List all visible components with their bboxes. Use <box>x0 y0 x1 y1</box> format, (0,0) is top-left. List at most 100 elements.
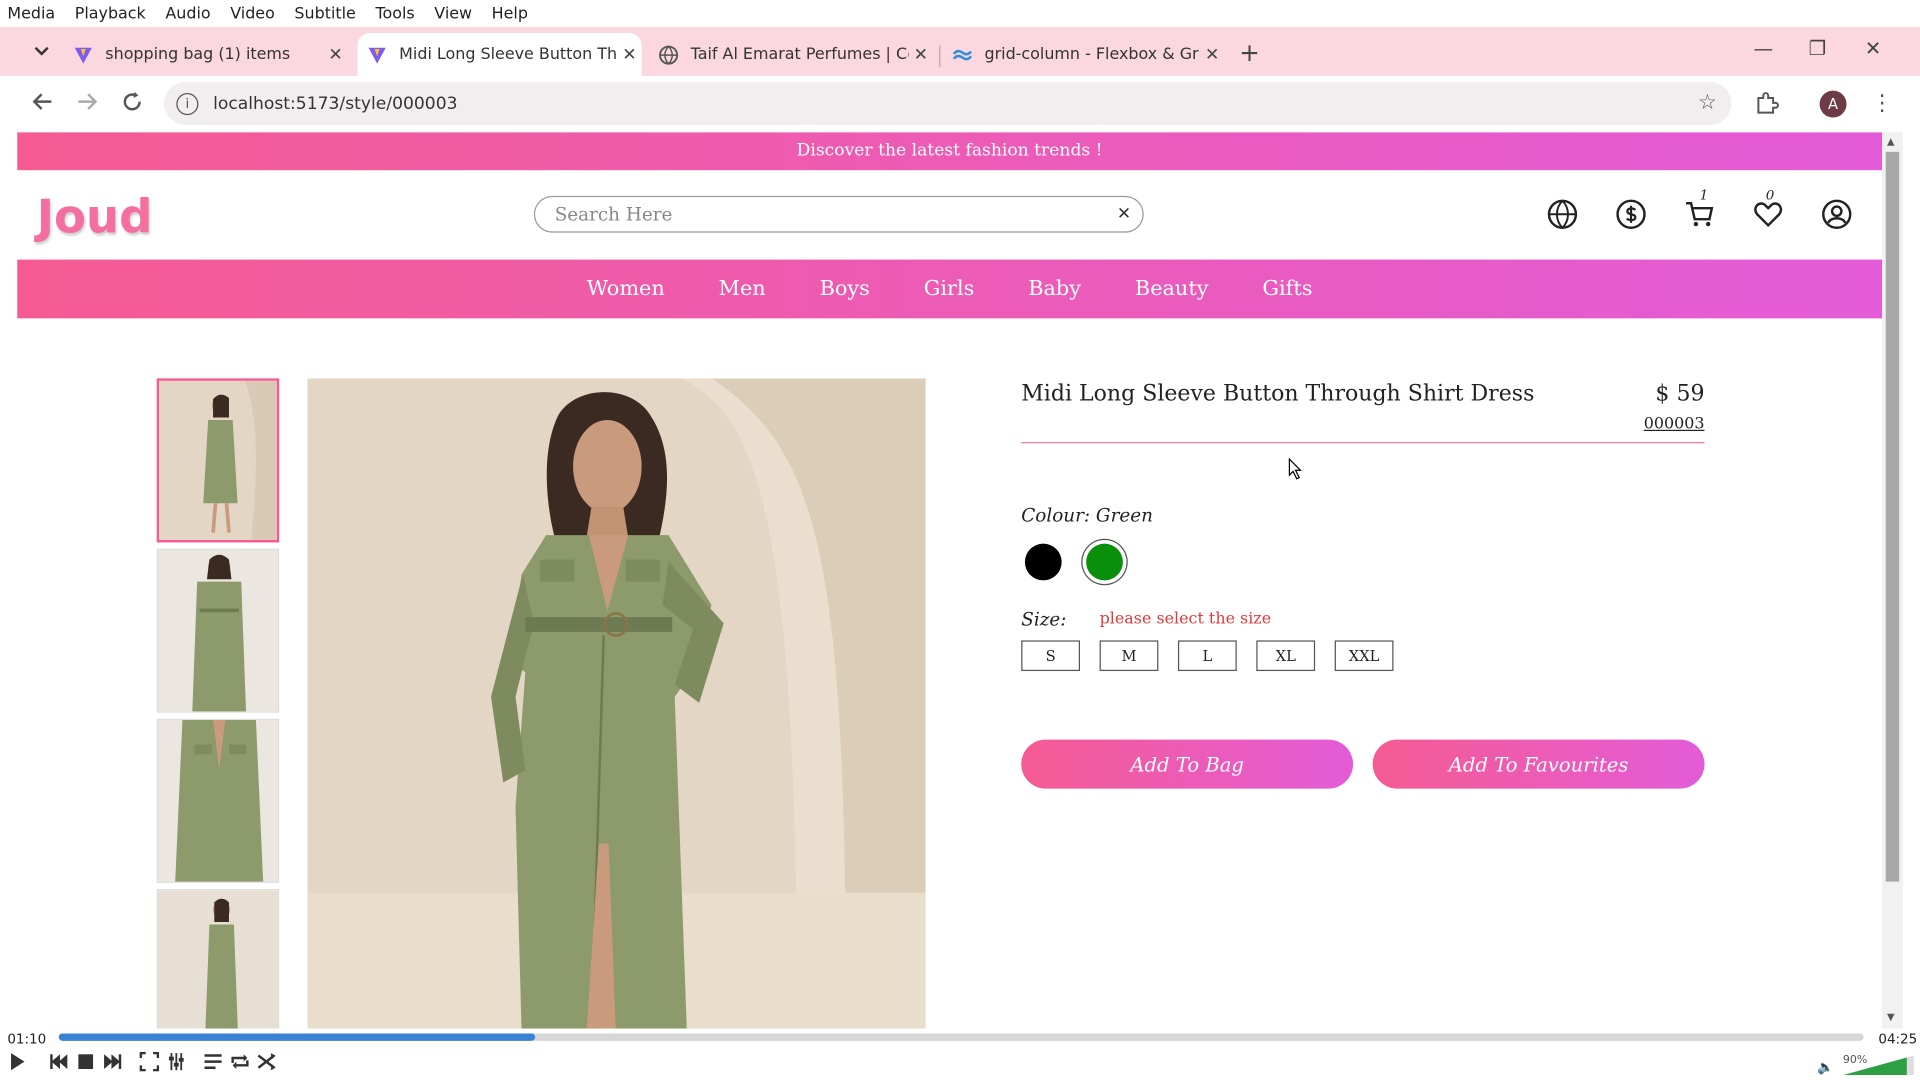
page-scrollbar[interactable]: ▲ ▼ <box>1882 132 1903 1029</box>
tab-separator <box>939 45 941 68</box>
nav-boys[interactable]: Boys <box>820 277 870 301</box>
thumbnail-image[interactable] <box>156 378 280 543</box>
seek-bar-fill <box>58 1033 536 1041</box>
url-text: localhost:5173/style/000003 <box>213 93 458 114</box>
clear-search-icon[interactable]: ✕ <box>1106 204 1143 224</box>
add-to-favourites-button[interactable]: Add To Favourites <box>1372 739 1705 789</box>
product-main-image[interactable] <box>307 378 926 1029</box>
reload-icon[interactable] <box>121 91 143 119</box>
category-nav: Women Men Boys Girls Baby Beauty Gifts <box>17 259 1883 319</box>
thumbnail-image[interactable] <box>156 548 280 713</box>
search-input[interactable] <box>554 203 1106 226</box>
loop-icon[interactable] <box>230 1052 250 1076</box>
scroll-up-icon[interactable]: ▲ <box>1887 136 1895 147</box>
tab-grid-column[interactable]: grid-column - Flexbox & Grid - ✕ <box>943 33 1225 76</box>
nav-gifts[interactable]: Gifts <box>1262 277 1312 301</box>
vlc-menubar: Media Playback Audio Video Subtitle Tool… <box>0 0 1920 27</box>
thumbnail-gallery <box>156 378 280 1029</box>
size-button-s[interactable]: S <box>1021 640 1081 672</box>
fullscreen-icon[interactable] <box>139 1051 160 1076</box>
volume-slider[interactable] <box>1842 1055 1914 1076</box>
tab-close-icon[interactable]: ✕ <box>909 45 933 65</box>
size-label: Size: <box>1021 608 1067 631</box>
playlist-icon[interactable] <box>203 1052 223 1076</box>
menu-tools[interactable]: Tools <box>375 4 414 22</box>
menu-view[interactable]: View <box>434 4 472 22</box>
nav-girls[interactable]: Girls <box>924 277 975 301</box>
seek-bar[interactable] <box>58 1033 1864 1041</box>
minimize-icon[interactable]: — <box>1753 37 1773 60</box>
scroll-down-icon[interactable]: ▼ <box>1887 1011 1895 1022</box>
profile-avatar[interactable]: A <box>1819 90 1847 118</box>
thumbnail-image[interactable] <box>156 888 280 1029</box>
menu-media[interactable]: Media <box>7 4 55 22</box>
next-icon[interactable] <box>103 1052 123 1076</box>
forward-arrow-icon[interactable] <box>76 91 98 119</box>
tab-close-icon[interactable]: ✕ <box>617 45 641 65</box>
vlc-controls: 01:10 04:25 🔈 90% <box>0 1028 1920 1080</box>
nav-women[interactable]: Women <box>587 277 665 301</box>
browser-toolbar: i localhost:5173/style/000003 ☆ A ⋮ <box>0 75 1920 133</box>
scrollbar-thumb[interactable] <box>1885 151 1900 882</box>
tab-product-active[interactable]: Midi Long Sleeve Button Throu ✕ <box>357 33 642 76</box>
colour-label: Colour: Green <box>1021 504 1153 527</box>
globe-favicon-icon <box>659 45 679 65</box>
extensions-puzzle-icon[interactable] <box>1755 91 1779 122</box>
tab-title: Midi Long Sleeve Button Throu <box>399 45 618 64</box>
tab-shopping-bag[interactable]: shopping bag (1) items ✕ <box>64 33 348 76</box>
menu-help[interactable]: Help <box>492 4 528 22</box>
divider <box>1021 442 1705 444</box>
back-arrow-icon[interactable] <box>32 91 54 119</box>
product-sku[interactable]: 000003 <box>1644 415 1705 433</box>
restore-icon[interactable]: ❐ <box>1809 37 1827 60</box>
browser-tab-strip: shopping bag (1) items ✕ Midi Long Sleev… <box>0 26 1920 76</box>
cart-count: 1 <box>1699 187 1709 204</box>
kebab-menu-icon[interactable]: ⋮ <box>1871 91 1893 117</box>
language-globe-icon[interactable] <box>1545 197 1579 231</box>
site-info-icon[interactable]: i <box>176 92 199 115</box>
nav-baby[interactable]: Baby <box>1028 277 1081 301</box>
product-title: Midi Long Sleeve Button Through Shirt Dr… <box>1021 380 1535 407</box>
time-total: 04:25 <box>1878 1031 1918 1047</box>
announcement-bar: Discover the latest fashion trends ! <box>17 132 1883 171</box>
volume-speaker-icon[interactable]: 🔈 <box>1817 1059 1834 1075</box>
window-close-icon[interactable]: ✕ <box>1865 37 1881 60</box>
menu-subtitle[interactable]: Subtitle <box>294 4 355 22</box>
tab-search-icon[interactable] <box>27 39 56 63</box>
nav-beauty[interactable]: Beauty <box>1135 277 1209 301</box>
size-error-message: please select the size <box>1099 609 1272 629</box>
size-button-l[interactable]: L <box>1177 640 1237 672</box>
stop-icon[interactable] <box>76 1052 96 1076</box>
product-price: $ 59 <box>1655 380 1705 407</box>
tab-close-icon[interactable]: ✕ <box>323 45 347 65</box>
waves-favicon-icon <box>952 45 973 65</box>
extended-settings-icon[interactable] <box>167 1052 187 1076</box>
size-button-xl[interactable]: XL <box>1256 640 1316 672</box>
nav-men[interactable]: Men <box>719 277 766 301</box>
new-tab-plus-icon[interactable]: + <box>1239 38 1260 67</box>
menu-audio[interactable]: Audio <box>165 4 210 22</box>
tab-close-icon[interactable]: ✕ <box>1200 45 1224 65</box>
vite-favicon-icon <box>367 45 387 65</box>
colour-swatch-green[interactable] <box>1086 543 1123 581</box>
mouse-cursor-icon <box>1288 457 1303 485</box>
previous-icon[interactable] <box>49 1052 69 1076</box>
bookmark-star-icon[interactable]: ☆ <box>1698 91 1717 115</box>
thumbnail-image[interactable] <box>156 718 280 883</box>
currency-dollar-icon[interactable] <box>1614 197 1648 231</box>
size-button-m[interactable]: M <box>1099 640 1159 672</box>
site-header: Joud ✕ 1 0 <box>17 170 1882 259</box>
add-to-bag-button[interactable]: Add To Bag <box>1021 739 1354 789</box>
play-icon[interactable] <box>7 1052 27 1076</box>
address-bar[interactable]: i localhost:5173/style/000003 ☆ <box>164 82 1732 125</box>
tab-taif-perfumes[interactable]: Taif Al Emarat Perfumes | Conti ✕ <box>649 33 933 76</box>
favourites-count: 0 <box>1765 187 1775 204</box>
site-logo[interactable]: Joud <box>37 190 153 244</box>
size-button-xxl[interactable]: XXL <box>1334 640 1394 672</box>
shuffle-icon[interactable] <box>257 1052 277 1076</box>
colour-swatch-black[interactable] <box>1024 543 1062 581</box>
menu-video[interactable]: Video <box>230 4 275 22</box>
account-user-icon[interactable] <box>1820 197 1854 231</box>
menu-playback[interactable]: Playback <box>75 4 146 22</box>
vite-favicon-icon <box>73 45 93 65</box>
